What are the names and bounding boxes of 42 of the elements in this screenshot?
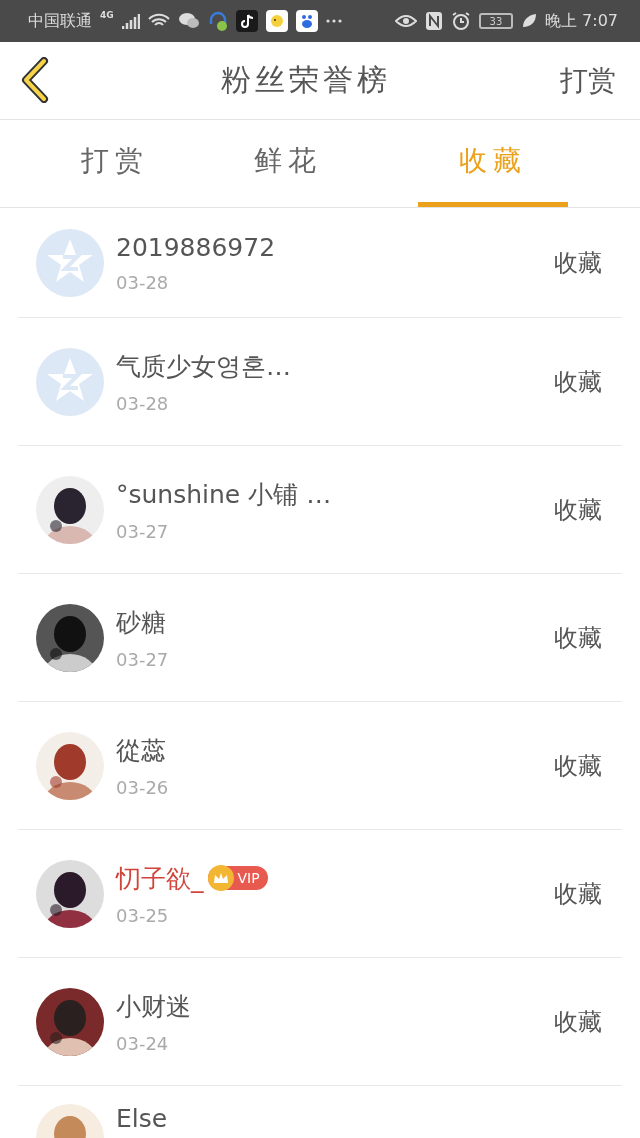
network-text: 4G: [100, 10, 114, 20]
chick-app-icon: [265, 10, 288, 32]
nfc-icon: [425, 11, 443, 31]
user-name: 砂糖: [116, 606, 166, 639]
clock-text: 晚上 7:07: [545, 10, 618, 32]
user-name: 气质少女영혼…: [116, 350, 291, 383]
chat-icon: [177, 12, 200, 30]
date-text: 03-27: [116, 648, 170, 670]
headset-icon: [207, 10, 228, 32]
user-name: °sunshine 小铺 …: [116, 478, 332, 511]
favorite-label: 收藏: [554, 622, 602, 654]
favorite-label: 收藏: [554, 878, 602, 910]
leaf-icon: [521, 13, 537, 29]
tab[interactable]: 鲜花: [213, 120, 363, 207]
vip-badge: VIP: [207, 866, 268, 890]
user-name: 小财迷: [116, 990, 191, 1023]
favorite-label: 收藏: [554, 750, 602, 782]
favorite-label: 收藏: [554, 366, 602, 398]
battery-icon: 33: [479, 13, 513, 29]
date-text: 03-25: [116, 904, 170, 926]
more-icon: [325, 19, 342, 23]
date-text: 03-26: [116, 776, 170, 798]
paw-app-icon: [295, 10, 318, 32]
date-text: 03-28: [116, 392, 170, 414]
date-text: 03-28: [116, 271, 170, 293]
reward-button[interactable]: 打赏: [560, 61, 616, 100]
date-text: 03-27: [116, 520, 170, 542]
carrier-text: 中国联通: [28, 10, 92, 32]
favorite-label: 收藏: [554, 494, 602, 526]
favorite-label: 收藏: [554, 247, 602, 279]
signal-icon: [121, 13, 140, 29]
tab[interactable]: 打赏: [40, 120, 190, 207]
user-name: Else: [116, 1104, 168, 1133]
page-title: 粉丝荣誉榜: [220, 61, 392, 99]
alarm-icon: [451, 11, 471, 31]
date-text: 03-24: [116, 1032, 170, 1054]
user-name: 從蕊: [116, 734, 166, 767]
user-name: 2019886972: [116, 232, 276, 262]
music-app-icon: [235, 10, 258, 32]
favorite-label: 收藏: [554, 1006, 602, 1038]
eye-icon: [395, 13, 417, 29]
user-name: 忉子欲_: [116, 862, 204, 895]
